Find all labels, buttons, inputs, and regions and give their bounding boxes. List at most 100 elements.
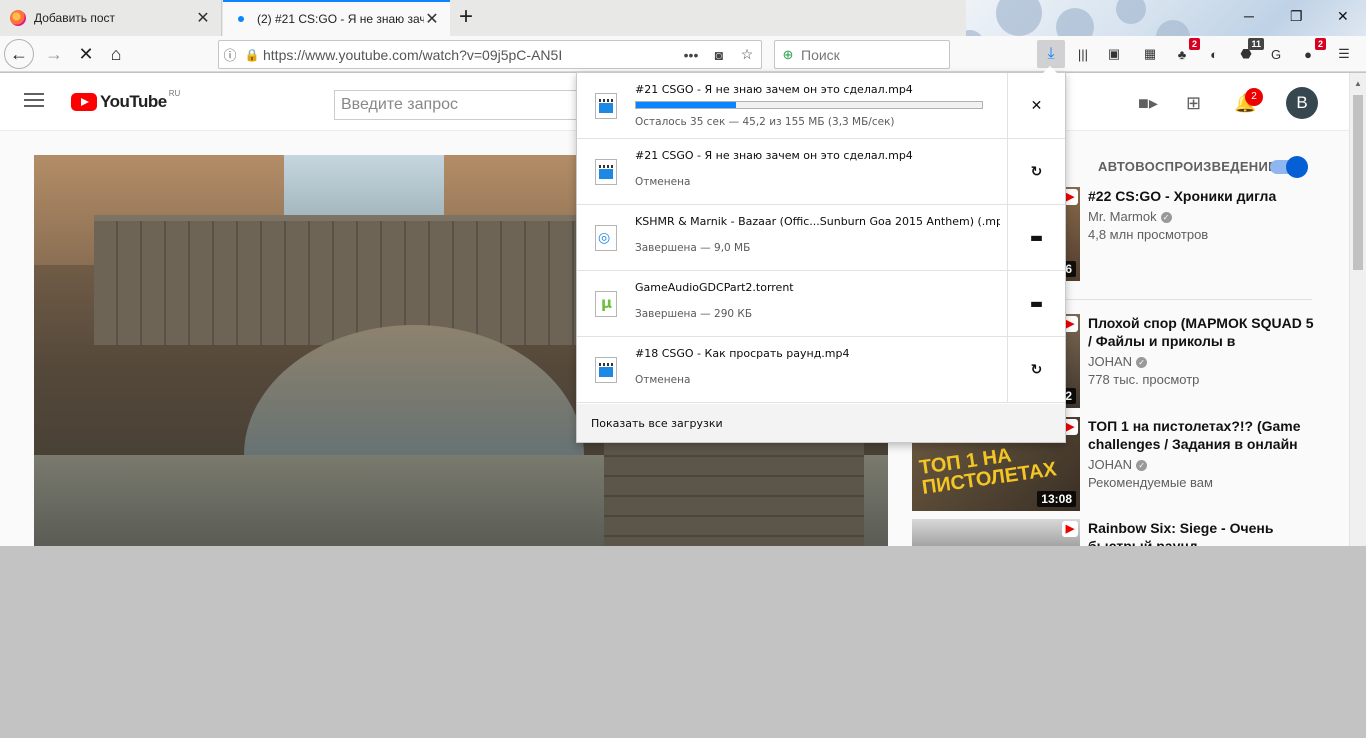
progress-fill: [636, 102, 737, 108]
download-filename: #18 CSGO - Как просрать раунд.mp4: [635, 347, 850, 360]
navigation-bar: ← → ✕ ⌂ ⓘ 🔒 https://www.youtube.com/watc…: [0, 36, 1366, 72]
thumbnail-caption: ТОП 1 НА ПИСТОЛЕТАХ: [917, 444, 1058, 499]
translate-icon[interactable]: G: [1266, 44, 1286, 64]
download-filename: KSHMR & Marnik - Bazaar (Offic...Sunburn…: [635, 215, 1000, 228]
tab-title: (2) #21 CS:GO - Я не знаю заче: [257, 12, 424, 26]
extension-icon[interactable]: ♣ 2: [1172, 38, 1200, 64]
extension-badge: 2: [1188, 38, 1200, 50]
tab-loading-icon: [233, 11, 249, 27]
open-folder-button[interactable]: ▬: [1007, 205, 1065, 270]
create-video-icon[interactable]: ■▸: [1138, 93, 1158, 114]
youtube-logo[interactable]: YouTube RU: [71, 89, 181, 112]
extension-badge: 2: [1314, 38, 1326, 50]
youtube-search-input[interactable]: Введите запрос: [334, 90, 584, 120]
recommended-video[interactable]: ▶ Rainbow Six: Siege - Очень быстрый рау…: [912, 519, 1332, 546]
channel-name[interactable]: JOHAN ✓: [1088, 354, 1318, 369]
url-text[interactable]: https://www.youtube.com/watch?v=09j5pC-A…: [263, 47, 677, 63]
video-title[interactable]: #22 CS:GO - Хроники дигла: [1088, 187, 1318, 205]
video-file-icon: [595, 159, 617, 185]
page-scrollbar[interactable]: ▲: [1349, 73, 1366, 546]
window-close-icon[interactable]: ✕: [1337, 8, 1349, 25]
adblock-icon[interactable]: ⬣ 11: [1236, 38, 1264, 64]
audio-file-icon: [595, 225, 617, 251]
notifications-count-badge: 2: [1245, 88, 1263, 106]
search-engine-icon[interactable]: ⊕: [775, 47, 801, 63]
extension-badge: 11: [1248, 38, 1264, 50]
video-title[interactable]: Rainbow Six: Siege - Очень быстрый раунд: [1088, 519, 1318, 546]
video-file-icon: [595, 357, 617, 383]
scroll-up-icon[interactable]: ▲: [1354, 79, 1362, 88]
verified-icon: ✓: [1136, 460, 1148, 472]
download-item[interactable]: #21 CSGO - Я не знаю зачем он это сделал…: [577, 73, 1065, 139]
download-filename: GameAudioGDCPart2.torrent: [635, 281, 794, 294]
minimize-icon[interactable]: ─: [1244, 8, 1254, 24]
bookmark-star-icon[interactable]: ☆: [733, 46, 761, 63]
autoplay-label: АВТОВОСПРОИЗВЕДЕНИЕ: [1098, 159, 1278, 174]
close-tab-icon[interactable]: ✕: [195, 8, 211, 28]
tab-youtube-video[interactable]: (2) #21 CS:GO - Я не знаю заче ✕: [223, 0, 450, 36]
download-item[interactable]: #18 CSGO - Как просрать раунд.mp4 Отмене…: [577, 337, 1065, 403]
recommendation-reason: Рекомендуемые вам: [1088, 475, 1213, 490]
url-bar[interactable]: ⓘ 🔒 https://www.youtube.com/watch?v=09j5…: [218, 40, 762, 69]
search-bar[interactable]: ⊕ Поиск: [774, 40, 950, 69]
download-filename: #21 CSGO - Я не знаю зачем он это сделал…: [635, 149, 913, 162]
retry-download-button[interactable]: ↻: [1007, 139, 1065, 204]
scrollbar-thumb[interactable]: [1353, 95, 1363, 270]
autoplay-toggle[interactable]: [1270, 156, 1308, 178]
guide-menu-icon[interactable]: [24, 93, 44, 111]
retry-download-button[interactable]: ↻: [1007, 337, 1065, 402]
extension-icon[interactable]: ◐: [1204, 44, 1224, 64]
tab-title: Добавить пост: [34, 11, 116, 25]
search-placeholder: Поиск: [801, 46, 840, 63]
tab-add-post[interactable]: Добавить пост ✕: [0, 0, 222, 36]
download-filename: #21 CSGO - Я не знаю зачем он это сделал…: [635, 83, 913, 96]
lock-icon[interactable]: 🔒: [241, 48, 263, 62]
marmok-channel-icon: ▶: [1062, 521, 1078, 537]
channel-name[interactable]: JOHAN ✓: [1088, 457, 1318, 472]
video-title[interactable]: Плохой спор (МАРМОК SQUAD 5 / Файлы и пр…: [1088, 314, 1318, 350]
pocket-icon[interactable]: ◙: [705, 47, 733, 63]
library-icon[interactable]: |||: [1073, 44, 1093, 64]
download-status: Осталось 35 сек — 45,2 из 155 МБ (3,3 МБ…: [635, 116, 895, 128]
extension-icon[interactable]: ▦: [1140, 44, 1160, 64]
view-count: 4,8 млн просмотров: [1088, 227, 1209, 242]
video-duration: 13:08: [1037, 491, 1076, 507]
home-button[interactable]: ⌂: [102, 40, 130, 68]
open-folder-button[interactable]: ▬: [1007, 271, 1065, 336]
firefox-favicon-icon: [10, 10, 26, 26]
downloads-button[interactable]: ⤓: [1037, 40, 1065, 68]
download-item[interactable]: #21 CSGO - Я не знаю зачем он это сделал…: [577, 139, 1065, 205]
stop-button[interactable]: ✕: [72, 40, 100, 68]
close-tab-icon[interactable]: ✕: [424, 9, 440, 29]
site-info-icon[interactable]: ⓘ: [219, 45, 241, 64]
region-label: RU: [168, 89, 181, 98]
verified-icon: ✓: [1136, 357, 1148, 369]
restore-icon[interactable]: ❐: [1290, 8, 1303, 25]
new-tab-button[interactable]: +: [452, 4, 480, 32]
download-item[interactable]: KSHMR & Marnik - Bazaar (Offic...Sunburn…: [577, 205, 1065, 271]
video-info: Плохой спор (МАРМОК SQUAD 5 / Файлы и пр…: [1088, 314, 1318, 387]
extension-icon[interactable]: ● 2: [1298, 38, 1326, 64]
menu-icon[interactable]: ☰: [1334, 44, 1354, 64]
apps-grid-icon[interactable]: ⊞: [1186, 93, 1201, 114]
channel-name[interactable]: Mr. Marmok ✓: [1088, 209, 1318, 224]
youtube-play-icon: [71, 93, 97, 111]
cancel-download-button[interactable]: ✕: [1007, 73, 1065, 138]
show-all-downloads-button[interactable]: Показать все загрузки: [577, 404, 1065, 442]
video-info: #22 CS:GO - Хроники дигла Mr. Marmok ✓ 4,…: [1088, 187, 1318, 242]
video-title[interactable]: ТОП 1 на пистолетах?!? (Game challenges …: [1088, 417, 1318, 453]
verified-icon: ✓: [1160, 212, 1172, 224]
downloads-panel: #21 CSGO - Я не знаю зачем он это сделал…: [576, 72, 1066, 443]
back-button[interactable]: ←: [4, 39, 34, 69]
forward-button[interactable]: →: [40, 40, 68, 68]
avatar[interactable]: B: [1286, 87, 1318, 119]
view-count: 778 тыс. просмотр: [1088, 372, 1200, 387]
download-progress-bar: [635, 101, 983, 109]
sidebar-icon[interactable]: ▣: [1104, 44, 1124, 64]
download-status: Завершена — 290 КБ: [635, 308, 753, 320]
video-thumbnail[interactable]: ▶: [912, 519, 1080, 546]
video-info: ТОП 1 на пистолетах?!? (Game challenges …: [1088, 417, 1318, 490]
download-item[interactable]: GameAudioGDCPart2.torrent Завершена — 29…: [577, 271, 1065, 337]
page-actions-icon[interactable]: •••: [677, 47, 705, 63]
download-status: Завершена — 9,0 МБ: [635, 242, 751, 254]
